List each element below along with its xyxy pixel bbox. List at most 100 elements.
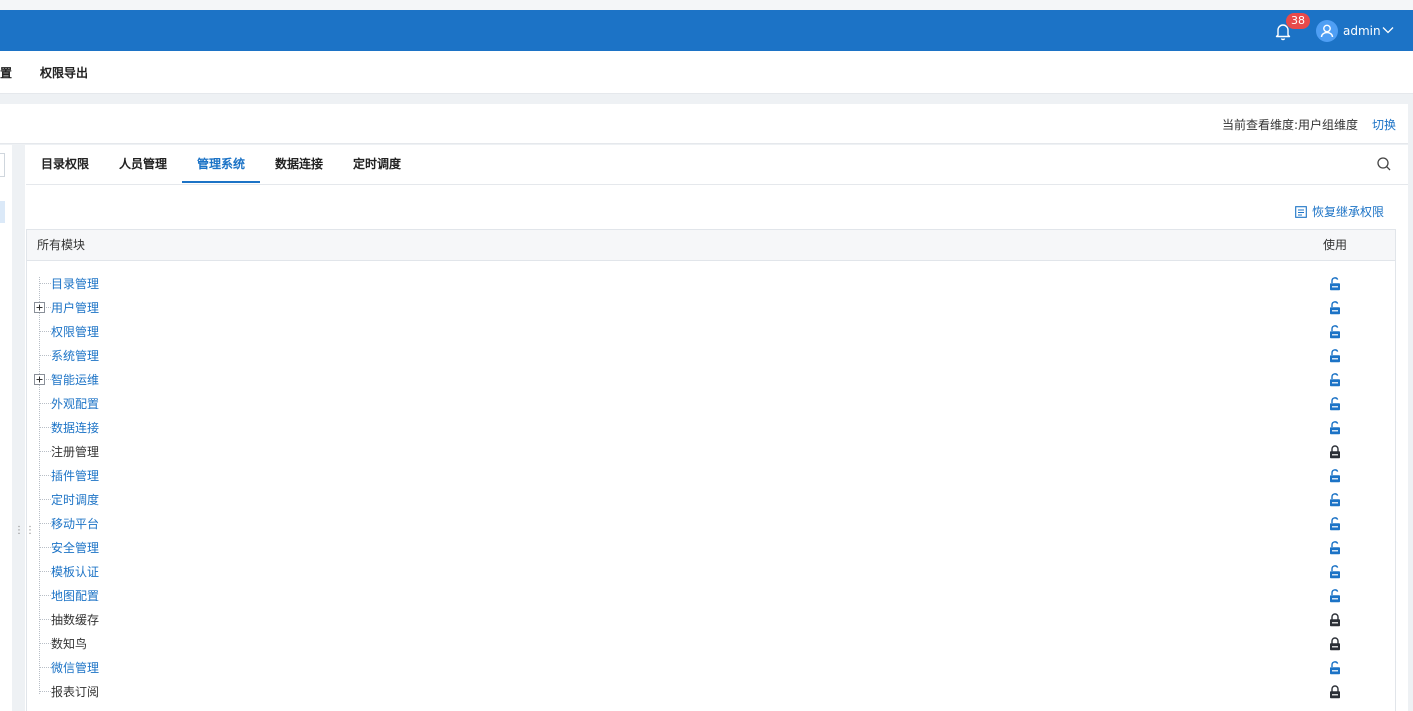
module-label[interactable]: 数据连接 [51,420,99,436]
expand-icon[interactable] [34,302,45,313]
table-row[interactable]: 模板认证 [27,560,1395,584]
table-row[interactable]: 权限管理 [27,320,1395,344]
table-row[interactable]: 报表订阅 [27,680,1395,704]
unlock-icon[interactable] [1329,373,1341,387]
table-row[interactable]: 数知鸟 [27,632,1395,656]
unlock-icon[interactable] [1329,493,1341,507]
unlock-icon[interactable] [1329,301,1341,315]
tree-branch-line [39,331,51,332]
table-row[interactable]: 定时调度 [27,488,1395,512]
module-label[interactable]: 插件管理 [51,468,99,484]
table-row[interactable]: 地图配置 [27,584,1395,608]
unlock-icon[interactable] [1329,541,1341,555]
unlock-icon[interactable] [1329,589,1341,603]
table-header: 所有模块 使用 [27,230,1395,261]
unlock-icon[interactable] [1329,661,1341,675]
unlock-icon[interactable] [1329,469,1341,483]
table-row[interactable]: 用户管理 [27,296,1395,320]
menu-bar: 置 权限导出 [0,51,1413,94]
module-label[interactable]: 地图配置 [51,588,99,604]
tree-branch-line [39,451,51,452]
tree-branch-line [39,427,51,428]
tree-branch-line [39,283,51,284]
module-label[interactable]: 模板认证 [51,564,99,580]
column-header-use: 使用 [1323,238,1348,252]
unlock-icon[interactable] [1329,517,1341,531]
unlock-icon[interactable] [1329,277,1341,291]
left-selected-item[interactable] [0,201,5,223]
restore-label: 恢复继承权限 [1312,205,1385,219]
tree-branch-line [39,595,51,596]
table-row[interactable]: 智能运维 [27,368,1395,392]
tab-personnel-management[interactable]: 人员管理 [119,156,167,172]
left-panel [0,145,12,711]
table-row[interactable]: 微信管理 [27,656,1395,680]
chevron-down-icon[interactable] [1381,24,1395,36]
table-row[interactable]: 插件管理 [27,464,1395,488]
tree-branch-line [39,547,51,548]
tree-branch-line [39,475,51,476]
module-label[interactable]: 数知鸟 [51,636,87,652]
user-avatar[interactable] [1316,20,1338,42]
menu-item-settings[interactable]: 置 [0,65,12,81]
tree-branch-line [39,499,51,500]
unlock-icon[interactable] [1329,397,1341,411]
tree-branch-line [39,523,51,524]
user-name[interactable]: admin [1343,22,1381,40]
dimension-label: 当前查看维度:用户组维度 [1222,118,1359,132]
tree-branch-line [39,643,51,644]
tree-branch-line [39,355,51,356]
tab-management-system[interactable]: 管理系统 [197,156,245,172]
module-label[interactable]: 微信管理 [51,660,99,676]
lock-icon[interactable] [1329,685,1341,699]
tab-bar: 目录权限 人员管理 管理系统 数据连接 定时调度 [26,145,1408,185]
dimension-bar: 当前查看维度:用户组维度 切换 [0,104,1408,144]
tree-branch-line [39,403,51,404]
drag-handle-icon[interactable]: ⋮⋮ [14,526,35,543]
menu-item-permission-export[interactable]: 权限导出 [40,65,88,81]
unlock-icon[interactable] [1329,565,1341,579]
module-label[interactable]: 注册管理 [51,444,99,460]
module-label[interactable]: 外观配置 [51,396,99,412]
module-label[interactable]: 目录管理 [51,276,99,292]
lock-icon[interactable] [1329,445,1341,459]
lock-icon[interactable] [1329,613,1341,627]
top-navigation-bar: 38 admin [0,10,1413,51]
table-row[interactable]: 安全管理 [27,536,1395,560]
unlock-icon[interactable] [1329,325,1341,339]
module-label[interactable]: 定时调度 [51,492,99,508]
module-label[interactable]: 抽数缓存 [51,612,99,628]
lock-icon[interactable] [1329,637,1341,651]
table-row[interactable]: 数据连接 [27,416,1395,440]
unlock-icon[interactable] [1329,421,1341,435]
restore-inheritance-button[interactable]: 恢复继承权限 [1295,204,1384,220]
expand-icon[interactable] [34,374,45,385]
module-label[interactable]: 系统管理 [51,348,99,364]
unlock-icon[interactable] [1329,349,1341,363]
search-icon[interactable] [1376,156,1392,172]
module-label[interactable]: 权限管理 [51,324,99,340]
tab-scheduled-task[interactable]: 定时调度 [353,156,401,172]
module-label[interactable]: 安全管理 [51,540,99,556]
left-search-input[interactable] [0,153,5,177]
table-row[interactable]: 外观配置 [27,392,1395,416]
tab-data-connection[interactable]: 数据连接 [275,156,323,172]
tree-branch-line [39,571,51,572]
tree-branch-line [39,619,51,620]
table-row[interactable]: 目录管理 [27,272,1395,296]
module-label[interactable]: 智能运维 [51,372,99,388]
table-row[interactable]: 移动平台 [27,512,1395,536]
active-tab-indicator [182,181,260,183]
module-label[interactable]: 用户管理 [51,300,99,316]
module-label[interactable]: 移动平台 [51,516,99,532]
dimension-switch-link[interactable]: 切换 [1372,117,1396,133]
top-strip [0,0,1413,10]
table-row[interactable]: 注册管理 [27,440,1395,464]
user-icon [1320,24,1334,38]
table-row[interactable]: 系统管理 [27,344,1395,368]
table-row[interactable]: 抽数缓存 [27,608,1395,632]
module-label[interactable]: 报表订阅 [51,684,99,700]
tab-catalog-permission[interactable]: 目录权限 [41,156,89,172]
restore-icon [1295,206,1307,218]
notification-badge: 38 [1286,13,1310,29]
